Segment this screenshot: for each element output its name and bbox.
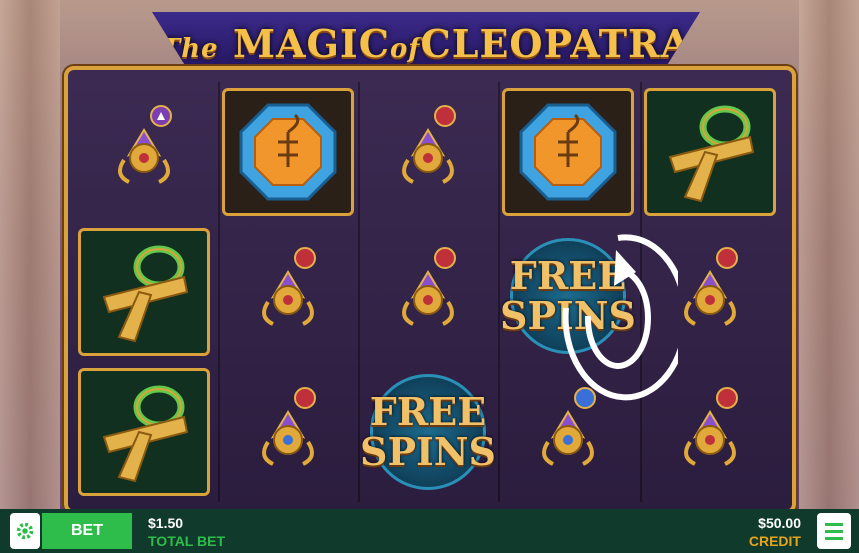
scorpion-gem-icon (239, 103, 337, 201)
background-pillar-left (0, 0, 60, 513)
settings-button[interactable] (10, 513, 40, 549)
scarab-icon (684, 387, 738, 466)
scarab-icon (402, 105, 456, 184)
total-bet-value: $1.50 (148, 515, 184, 531)
symbol-scarab (78, 86, 210, 214)
menu-icon (825, 522, 843, 526)
ankh-icon (102, 385, 189, 483)
symbol-free-spins: FREE SPINS (360, 368, 496, 496)
bet-button[interactable]: BET (42, 513, 132, 549)
scarab-icon (262, 247, 316, 326)
symbol-gem-scorpion (502, 88, 634, 216)
scarab-icon (402, 247, 456, 326)
symbol-scarab (362, 228, 494, 356)
free-spins-line2: SPINS (360, 429, 496, 474)
menu-button[interactable] (817, 513, 851, 549)
spin-icon[interactable] (558, 228, 689, 408)
scorpion-gem-icon (519, 103, 617, 201)
free-spins-label: FREE SPINS (360, 392, 496, 472)
credit-value: $50.00 (758, 515, 801, 531)
ankh-icon (102, 245, 189, 343)
symbol-scarab (222, 228, 354, 356)
free-spins-line1: FREE (369, 389, 487, 434)
total-bet-label: TOTAL BET (148, 533, 225, 549)
title-prefix: The (160, 33, 219, 64)
gear-icon (16, 522, 34, 540)
reel-board: FREE SPINS FREE SPINS (64, 66, 796, 514)
spin-button[interactable] (558, 228, 689, 408)
credit-label: CREDIT (748, 533, 801, 549)
symbol-scarab (222, 368, 354, 496)
background-pillar-right (799, 0, 859, 513)
symbol-ankh (78, 228, 210, 356)
scarab-icon (262, 387, 316, 466)
symbol-gem-scorpion (222, 88, 354, 216)
title-end: CLEOPATRA (420, 20, 692, 66)
game-title: The MAGICofCLEOPATRA (161, 21, 691, 66)
menu-icon (825, 529, 843, 533)
symbol-scarab (362, 86, 494, 214)
scarab-icon (684, 247, 738, 326)
game-logo: The MAGICofCLEOPATRA (152, 12, 700, 74)
reel-3: FREE SPINS (358, 82, 498, 502)
scarab-icon (118, 105, 172, 184)
title-main: MAGIC (232, 20, 390, 66)
bottom-bar: BET $1.50 TOTAL BET $50.00 CREDIT (0, 509, 859, 553)
ankh-icon (668, 105, 755, 203)
reel-2 (218, 82, 358, 502)
menu-icon (825, 536, 843, 540)
symbol-ankh (644, 88, 776, 216)
title-of: of (389, 33, 421, 64)
symbol-ankh (78, 368, 210, 496)
reel-1 (76, 82, 214, 502)
